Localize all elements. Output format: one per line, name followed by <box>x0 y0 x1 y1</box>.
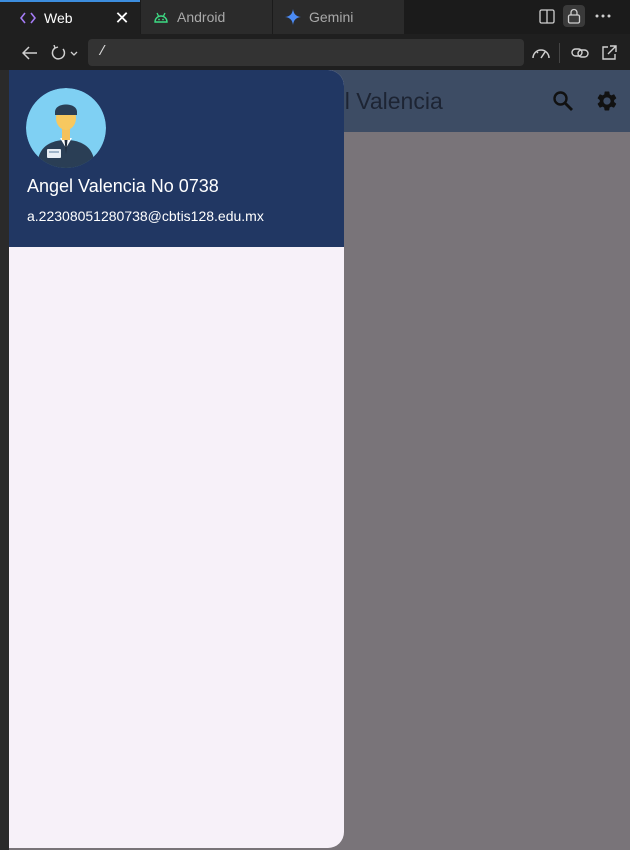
user-name: Angel Valencia No 0738 <box>27 176 219 196</box>
tab-label: Gemini <box>309 9 354 25</box>
reload-icon[interactable] <box>49 42 81 64</box>
settings-gear-icon[interactable] <box>594 88 620 114</box>
back-arrow-icon[interactable] <box>19 42 41 64</box>
gemini-sparkle-icon <box>285 9 301 25</box>
address-toolbar: / <box>0 34 630 70</box>
toolbar-divider <box>559 43 560 63</box>
user-email: a.22308051280738@cbtis128.edu.mx <box>27 208 264 224</box>
tab-web[interactable]: Web ✕ <box>0 0 140 34</box>
close-icon[interactable]: ✕ <box>114 9 130 27</box>
tab-android[interactable]: Android <box>141 0 272 34</box>
app-bar-title-container: Angel Valencia <box>343 70 463 132</box>
avatar[interactable] <box>26 88 106 168</box>
split-view-icon[interactable] <box>536 5 558 27</box>
tab-label: Android <box>177 9 226 25</box>
editor-gutter <box>0 70 9 850</box>
link-icon[interactable] <box>569 42 591 64</box>
app-bar-title: Angel Valencia <box>343 88 443 114</box>
open-external-icon[interactable] <box>598 42 620 64</box>
user-avatar-icon <box>26 88 106 168</box>
code-brackets-icon <box>20 10 36 26</box>
lock-icon[interactable] <box>563 5 585 27</box>
more-options-icon[interactable] <box>592 5 614 27</box>
search-icon[interactable] <box>550 88 576 114</box>
tab-gemini[interactable]: Gemini <box>273 0 404 34</box>
url-input[interactable]: / <box>88 39 524 66</box>
performance-gauge-icon[interactable] <box>530 42 552 64</box>
drawer-header: Angel Valencia No 0738 a.22308051280738@… <box>9 70 344 247</box>
android-icon <box>153 9 169 25</box>
navigation-drawer[interactable]: Angel Valencia No 0738 a.22308051280738@… <box>9 70 344 848</box>
tab-label: Web <box>44 10 73 26</box>
tab-bar: Web ✕ Android Gemini <box>0 0 630 34</box>
